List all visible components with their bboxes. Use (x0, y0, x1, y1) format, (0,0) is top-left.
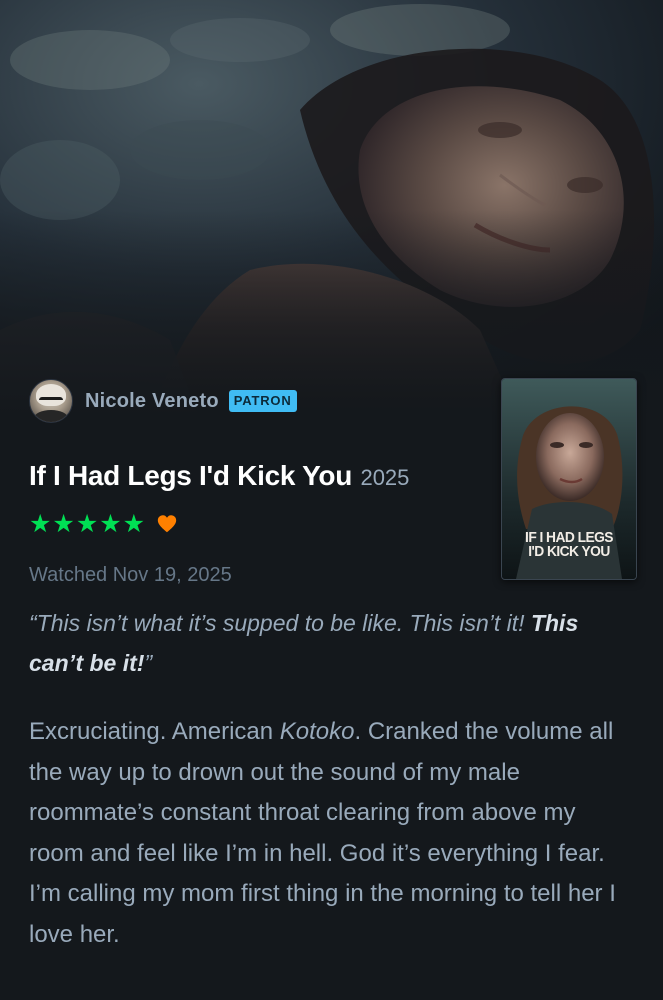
film-year[interactable]: 2025 (360, 465, 409, 490)
patron-badge: PATRON (228, 390, 297, 412)
rating-row: ★★★★★ (29, 510, 178, 538)
heart-icon (157, 515, 177, 533)
reviewer-row[interactable]: Nicole Veneto PATRON (29, 379, 297, 423)
avatar-shirt (34, 410, 68, 422)
review-italic: Kotoko (279, 718, 355, 745)
quote-close: ” (144, 650, 153, 676)
poster-title-line2: I'D KICK YOU (528, 543, 610, 560)
backdrop-fade (0, 0, 663, 420)
review-body: Excruciating. American Kotoko. Cranked t… (29, 712, 634, 956)
avatar-glasses (39, 397, 63, 408)
star-rating: ★★★★★ (29, 510, 147, 538)
film-title[interactable]: If I Had Legs I'd Kick You (29, 460, 352, 491)
avatar[interactable] (29, 379, 73, 423)
review-text-2: . Cranked the volume all the way up to d… (29, 718, 616, 948)
film-poster[interactable]: IF I HAD LEGS I'D KICK YOU (501, 378, 637, 580)
review-text-1: Excruciating. American (29, 718, 280, 745)
reviewer-name[interactable]: Nicole Veneto (85, 390, 219, 413)
backdrop-image (0, 0, 663, 420)
watched-date: Watched Nov 19, 2025 (29, 564, 232, 586)
poster-title: IF I HAD LEGS I'D KICK YOU (507, 530, 630, 560)
quote-text: “This isn’t what it’s supped to be like.… (29, 610, 531, 636)
film-title-row: If I Had Legs I'd Kick You 2025 (29, 460, 409, 492)
review-quote: “This isn’t what it’s supped to be like.… (29, 603, 619, 683)
